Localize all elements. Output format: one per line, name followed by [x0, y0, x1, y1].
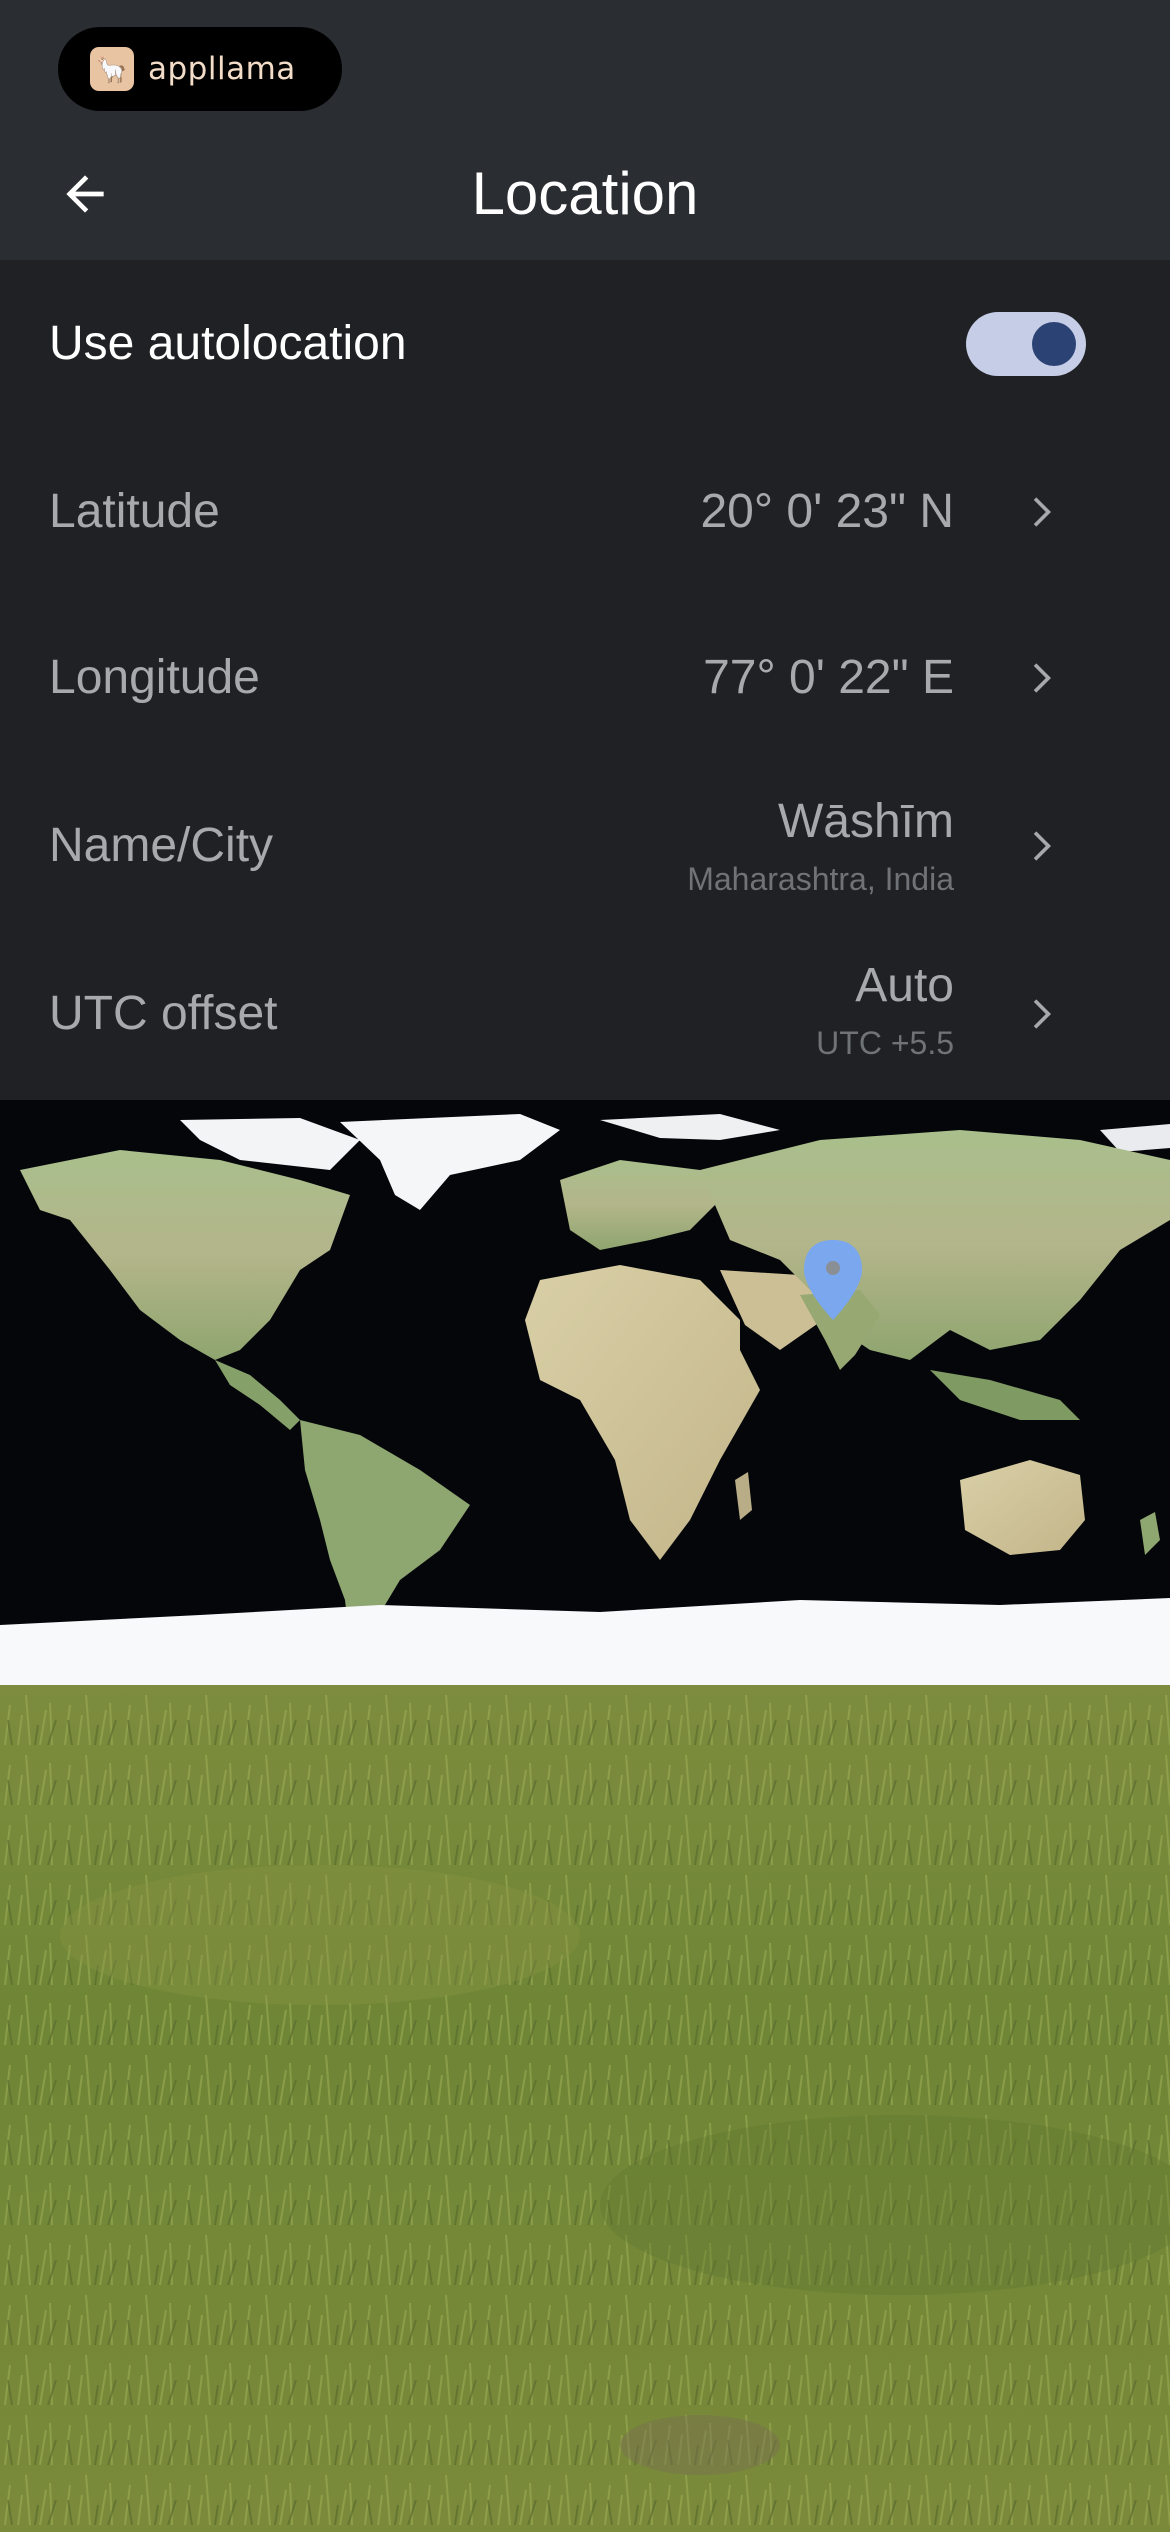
utc-offset-row[interactable]: UTC offset Auto UTC +5.5	[0, 932, 1170, 1100]
location-settings: Use autolocation Latitude 20° 0' 23" N L…	[0, 260, 1170, 1100]
latitude-label: Latitude	[49, 485, 220, 538]
autolocation-row[interactable]: Use autolocation	[0, 260, 1170, 428]
app-bar: 🦙 appllama Location	[0, 0, 1170, 260]
latitude-row[interactable]: Latitude 20° 0' 23" N	[0, 428, 1170, 596]
chevron-right-icon	[1033, 999, 1051, 1029]
utc-offset-label: UTC offset	[49, 987, 278, 1040]
llama-logo-icon: 🦙	[90, 47, 134, 91]
longitude-label: Longitude	[49, 651, 260, 704]
chevron-right-icon	[1033, 831, 1051, 861]
latitude-value: 20° 0' 23" N	[700, 485, 954, 538]
world-map-image	[0, 1100, 1170, 1685]
autolocation-toggle[interactable]	[966, 312, 1086, 376]
utc-offset-value: Auto	[855, 959, 954, 1012]
chevron-right-icon	[1033, 497, 1051, 527]
brand-badge: 🦙 appllama	[58, 27, 342, 111]
brand-name: appllama	[148, 51, 296, 87]
grass-background-image	[0, 1685, 1170, 2532]
chevron-right-icon	[1033, 663, 1051, 693]
toggle-knob	[1032, 322, 1076, 366]
utc-offset-sub: UTC +5.5	[816, 1025, 954, 1061]
page-title: Location	[471, 160, 699, 227]
city-label: Name/City	[49, 819, 274, 872]
city-value: Wāshīm	[777, 795, 954, 848]
location-screen: 🦙 appllama Location Use autolocation Lat…	[0, 0, 1170, 2532]
city-row[interactable]: Name/City Wāshīm Maharashtra, India	[0, 764, 1170, 932]
longitude-row[interactable]: Longitude 77° 0' 22" E	[0, 596, 1170, 764]
world-map[interactable]	[0, 1100, 1170, 1685]
city-region: Maharashtra, India	[687, 861, 954, 897]
autolocation-label: Use autolocation	[49, 317, 407, 370]
grass-texture	[0, 1685, 1170, 2532]
longitude-value: 77° 0' 22" E	[703, 651, 954, 704]
